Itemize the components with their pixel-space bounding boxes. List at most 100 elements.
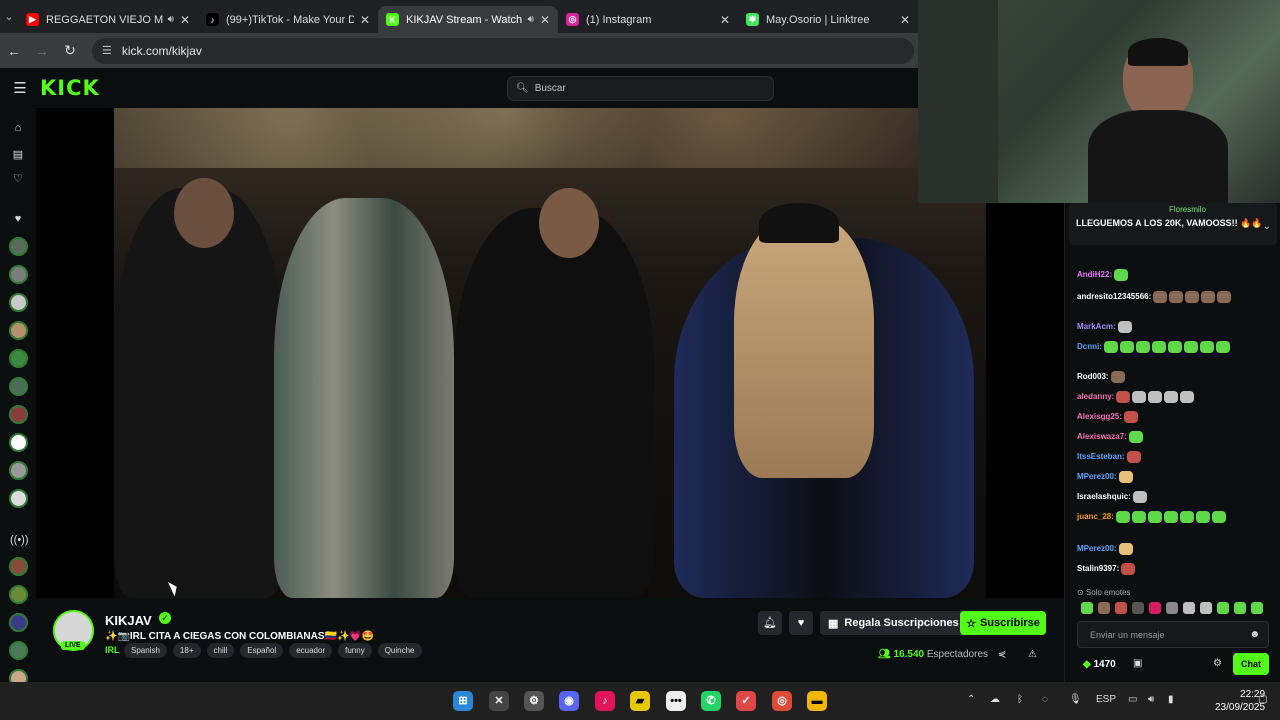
tray-app-icon[interactable]: ☁ bbox=[990, 694, 1000, 705]
settings-icon[interactable]: ⚙ bbox=[1213, 658, 1222, 669]
chat-input[interactable]: Enviar un mensaje ☻ bbox=[1077, 621, 1269, 648]
chat-username[interactable]: ItssEsteban: bbox=[1077, 452, 1125, 461]
chevron-up-icon[interactable]: ⌃ bbox=[967, 694, 975, 705]
chat-username[interactable]: Rod003: bbox=[1077, 372, 1109, 381]
tab-audio-icon[interactable]: 🔊︎ bbox=[168, 14, 174, 25]
microphone-icon[interactable]: 🎙︎ bbox=[1069, 694, 1082, 705]
tab-audio-icon[interactable]: 🔊︎ bbox=[528, 14, 534, 25]
browser-tab[interactable]: ✱ May.Osorio | Linktree ✕ bbox=[738, 6, 918, 33]
recommended-channel-avatar[interactable] bbox=[9, 557, 28, 576]
channel-name[interactable]: KIKJAV bbox=[105, 613, 152, 628]
notification-bell-icon[interactable]: 🔔︎ bbox=[758, 611, 782, 635]
followed-channel-avatar[interactable] bbox=[9, 349, 28, 368]
category-link[interactable]: IRL bbox=[105, 645, 120, 655]
reload-icon[interactable]: ↻ bbox=[56, 42, 84, 59]
chat-username[interactable]: AndiH22: bbox=[1077, 270, 1112, 279]
whatsapp-icon[interactable]: ✆ bbox=[701, 691, 721, 711]
emote-icon[interactable] bbox=[1166, 602, 1178, 614]
emoji-icon[interactable]: ☻ bbox=[1249, 629, 1260, 640]
emote-icon[interactable] bbox=[1081, 602, 1093, 614]
chat-username[interactable]: MPerez00: bbox=[1077, 472, 1117, 481]
followed-channel-avatar[interactable] bbox=[9, 433, 28, 452]
chat-username[interactable]: MPerez00: bbox=[1077, 544, 1117, 553]
recommended-channel-avatar[interactable] bbox=[9, 641, 28, 660]
channel-points[interactable]: ◆ 1470 bbox=[1083, 659, 1116, 670]
language-indicator[interactable]: ESP bbox=[1096, 694, 1116, 705]
tray-app-icon[interactable]: ◌ bbox=[1042, 694, 1048, 705]
browser-tab[interactable]: ◎ (1) Instagram ✕ bbox=[558, 6, 738, 33]
notification-icon[interactable]: ▢ bbox=[1258, 694, 1267, 705]
followed-channel-avatar[interactable] bbox=[9, 377, 28, 396]
tab-close-icon[interactable]: ✕ bbox=[720, 13, 730, 27]
home-icon[interactable]: ⌂ bbox=[10, 122, 26, 134]
report-icon[interactable]: ⚠ bbox=[1028, 649, 1037, 660]
tab-close-icon[interactable]: ✕ bbox=[180, 13, 190, 27]
browse-icon[interactable]: ▤ bbox=[10, 148, 26, 161]
stream-tag[interactable]: chill bbox=[206, 643, 235, 658]
todo-icon[interactable]: ✓ bbox=[736, 691, 756, 711]
file-explorer-icon[interactable]: ▬ bbox=[807, 691, 827, 711]
chat-username[interactable]: Dcnni: bbox=[1077, 342, 1102, 351]
followed-channel-avatar[interactable] bbox=[9, 405, 28, 424]
chat-username[interactable]: Stalin9397: bbox=[1077, 564, 1119, 573]
bluetooth-icon[interactable]: ᛒ bbox=[1017, 694, 1023, 705]
emote-icon[interactable] bbox=[1234, 602, 1246, 614]
send-chat-button[interactable]: Chat bbox=[1233, 653, 1269, 675]
recommended-channel-avatar[interactable] bbox=[9, 613, 28, 632]
tab-close-icon[interactable]: ✕ bbox=[900, 13, 910, 27]
chat-username[interactable]: andresito12345566: bbox=[1077, 292, 1151, 301]
battery-icon[interactable]: ▮ bbox=[1168, 694, 1174, 705]
menu-icon[interactable]: ☰ bbox=[0, 79, 40, 97]
emote-icon[interactable] bbox=[1149, 602, 1161, 614]
kick-logo[interactable]: KICK bbox=[40, 76, 100, 100]
heart-icon[interactable]: ♥ bbox=[10, 213, 26, 225]
recommended-channel-avatar[interactable] bbox=[9, 585, 28, 604]
followed-channel-avatar[interactable] bbox=[9, 461, 28, 480]
following-icon[interactable]: ♡ bbox=[10, 172, 26, 185]
emote-icon[interactable] bbox=[1251, 602, 1263, 614]
live-signal-icon[interactable]: ((•)) bbox=[10, 534, 29, 546]
chat-username[interactable]: Alexiswaza7: bbox=[1077, 432, 1127, 441]
share-icon[interactable]: ⋞ bbox=[998, 649, 1006, 660]
app-icon[interactable]: ✕ bbox=[489, 691, 509, 711]
pinned-message[interactable]: Floresmilo LLEGUEMOS A LOS 20K, VAMOOSS!… bbox=[1069, 203, 1277, 245]
browser-tab[interactable]: K KIKJAV Stream - Watch L 🔊︎ ✕ bbox=[378, 6, 558, 33]
tiktok-icon[interactable]: ♪ bbox=[595, 691, 615, 711]
site-info-icon[interactable]: ☰ bbox=[102, 44, 112, 57]
stream-tag[interactable]: Quinche bbox=[377, 643, 422, 658]
followed-channel-avatar[interactable] bbox=[9, 237, 28, 256]
subscribe-button[interactable]: ☆ Suscribirse bbox=[960, 611, 1046, 635]
followed-channel-avatar[interactable] bbox=[9, 489, 28, 508]
chat-username[interactable]: aledanny: bbox=[1077, 392, 1114, 401]
stream-tag[interactable]: 18+ bbox=[172, 643, 201, 658]
app-icon[interactable]: ⚙ bbox=[524, 691, 544, 711]
discord-icon[interactable]: ◉ bbox=[559, 691, 579, 711]
url-input[interactable]: ☰ kick.com/kikjav bbox=[92, 37, 914, 64]
notes-icon[interactable]: ▰ bbox=[630, 691, 650, 711]
back-icon[interactable]: ← bbox=[0, 43, 28, 59]
tab-search-icon[interactable]: ⌄ bbox=[0, 0, 18, 33]
emote-icon[interactable] bbox=[1200, 602, 1212, 614]
calendar-icon[interactable]: ▣ bbox=[1133, 658, 1142, 669]
stream-tag[interactable]: ecuador bbox=[289, 643, 333, 658]
emote-quickbar[interactable] bbox=[1081, 602, 1263, 614]
windows-start-icon[interactable]: ⊞ bbox=[453, 691, 473, 711]
chevron-down-icon[interactable]: ⌄ bbox=[1263, 221, 1271, 232]
display-icon[interactable]: ▭ bbox=[1128, 694, 1137, 705]
emote-icon[interactable] bbox=[1098, 602, 1110, 614]
chat-app-icon[interactable]: ••• bbox=[666, 691, 686, 711]
video-player[interactable] bbox=[36, 108, 1064, 598]
emote-icon[interactable] bbox=[1132, 602, 1144, 614]
chrome-icon[interactable]: ◎ bbox=[772, 691, 792, 711]
followed-channel-avatar[interactable] bbox=[9, 321, 28, 340]
chat-username[interactable]: MarkAcm: bbox=[1077, 322, 1116, 331]
search-input[interactable]: 🔍︎ Buscar bbox=[507, 76, 774, 101]
tab-close-icon[interactable]: ✕ bbox=[540, 13, 550, 27]
tab-close-icon[interactable]: ✕ bbox=[360, 13, 370, 27]
stream-tag[interactable]: Spanish bbox=[124, 643, 167, 658]
volume-icon[interactable]: 🔊︎ bbox=[1148, 694, 1154, 705]
emote-icon[interactable] bbox=[1115, 602, 1127, 614]
emote-icon[interactable] bbox=[1183, 602, 1195, 614]
gift-subs-button[interactable]: ▦ Regala Suscripciones bbox=[820, 611, 967, 635]
followed-channel-avatar[interactable] bbox=[9, 265, 28, 284]
